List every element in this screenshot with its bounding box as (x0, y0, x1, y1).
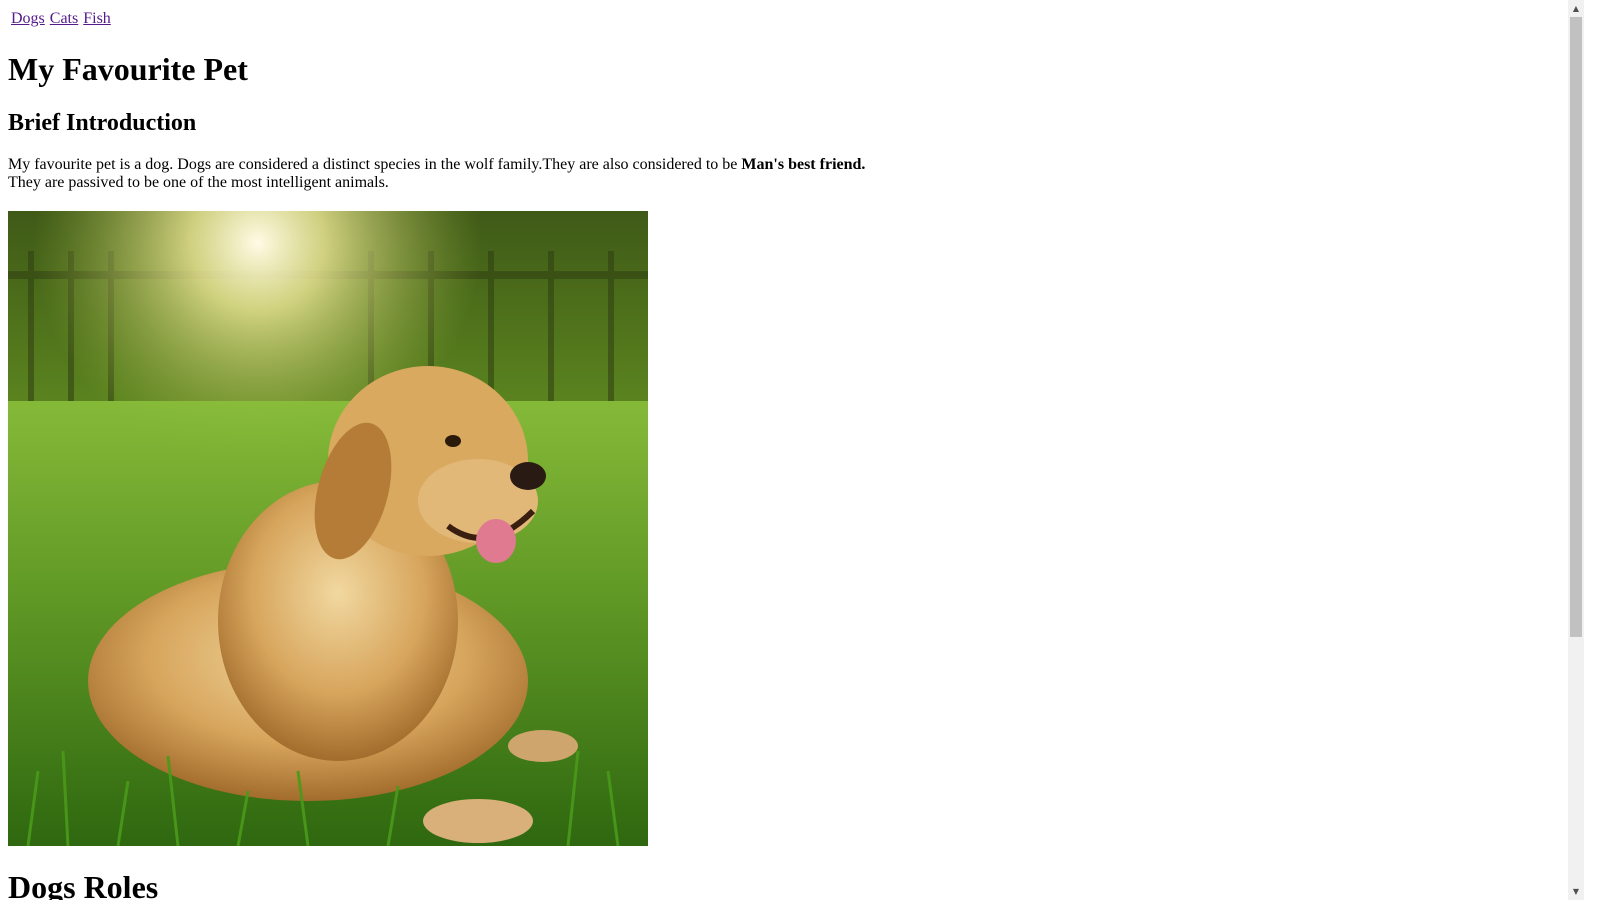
intro-bold-text: Man's best friend. (741, 156, 866, 173)
intro-text: My favourite pet is a dog. Dogs are cons… (8, 156, 742, 173)
nav-link-dogs[interactable]: Dogs (11, 10, 45, 27)
section-heading: Dogs Roles (8, 869, 159, 900)
top-nav: Dogs Cats Fish (11, 9, 116, 29)
vertical-scrollbar[interactable]: ▲ ▼ (1568, 0, 1584, 900)
page: Dogs Cats Fish My Favourite Pet Brief Intr… (0, 0, 1584, 900)
page-title: My Favourite Pet (8, 51, 248, 87)
intro-heading: Brief Introduction (8, 110, 197, 136)
nav-link-cats[interactable]: Cats (50, 10, 78, 27)
intro-paragraph: My favourite pet is a dog. Dogs are cons… (8, 156, 908, 192)
nav-link-fish[interactable]: Fish (83, 10, 111, 27)
scroll-up-arrow-icon[interactable]: ▲ (1568, 0, 1584, 17)
scroll-down-arrow-icon[interactable]: ▼ (1568, 883, 1584, 900)
scroll-thumb[interactable] (1570, 17, 1582, 637)
intro-text-second-line: They are passived to be one of the most … (8, 174, 389, 191)
dog-photo (8, 211, 648, 846)
